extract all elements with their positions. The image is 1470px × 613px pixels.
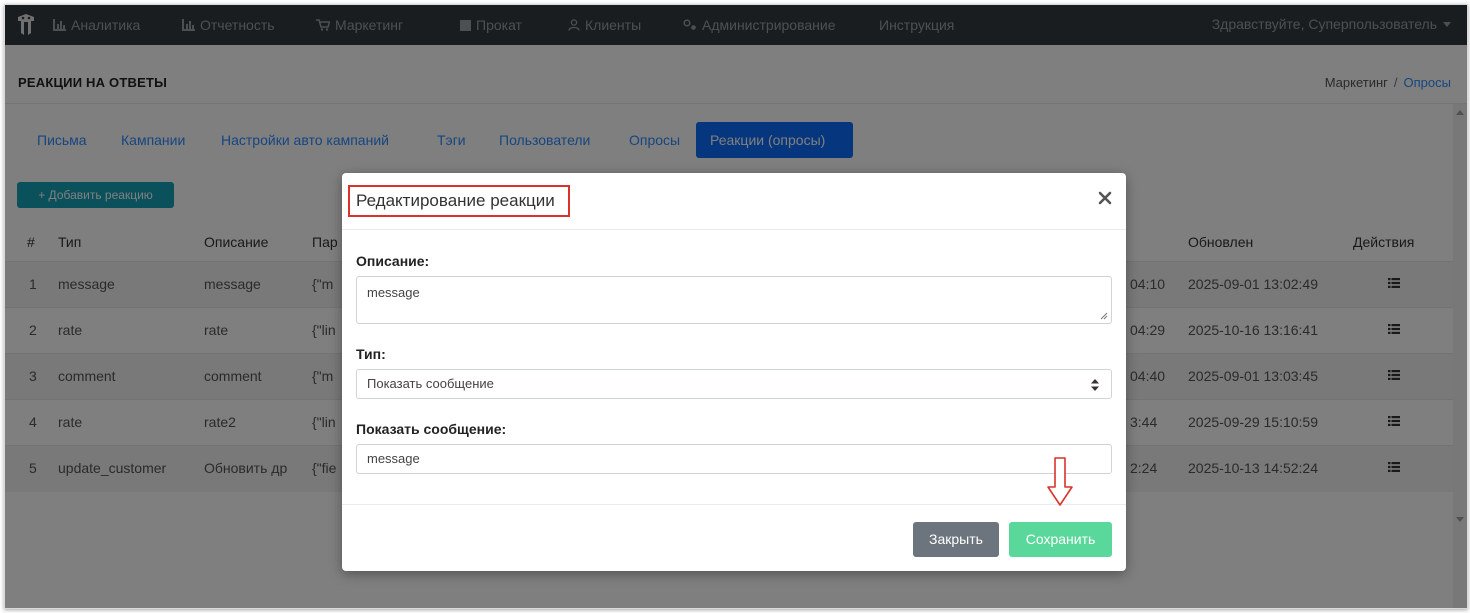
app-window: Аналитика Отчетность Маркетинг Прокат Кл…	[4, 4, 1468, 609]
type-select[interactable]: Показать сообщение	[356, 369, 1112, 399]
close-icon[interactable]	[1098, 191, 1112, 205]
type-label: Тип:	[356, 346, 386, 362]
type-select-value: Показать сообщение	[367, 376, 494, 391]
resize-handle-icon[interactable]	[1100, 312, 1108, 320]
description-label: Описание:	[356, 253, 430, 269]
edit-reaction-modal: Редактирование реакции Описание: message…	[342, 173, 1126, 571]
modal-footer: Закрыть Сохранить	[342, 504, 1126, 572]
message-label: Показать сообщение:	[356, 421, 507, 437]
modal-title: Редактирование реакции	[348, 185, 570, 217]
message-input[interactable]: message	[356, 444, 1112, 474]
message-input-value: message	[367, 451, 420, 466]
select-arrows-icon	[1091, 379, 1099, 391]
save-button[interactable]: Сохранить	[1009, 522, 1112, 557]
annotation-arrow-down-icon	[1047, 457, 1073, 506]
close-button[interactable]: Закрыть	[913, 522, 999, 557]
description-value: message	[367, 285, 420, 300]
description-textarea[interactable]: message	[356, 276, 1112, 324]
modal-header: Редактирование реакции	[342, 173, 1126, 230]
